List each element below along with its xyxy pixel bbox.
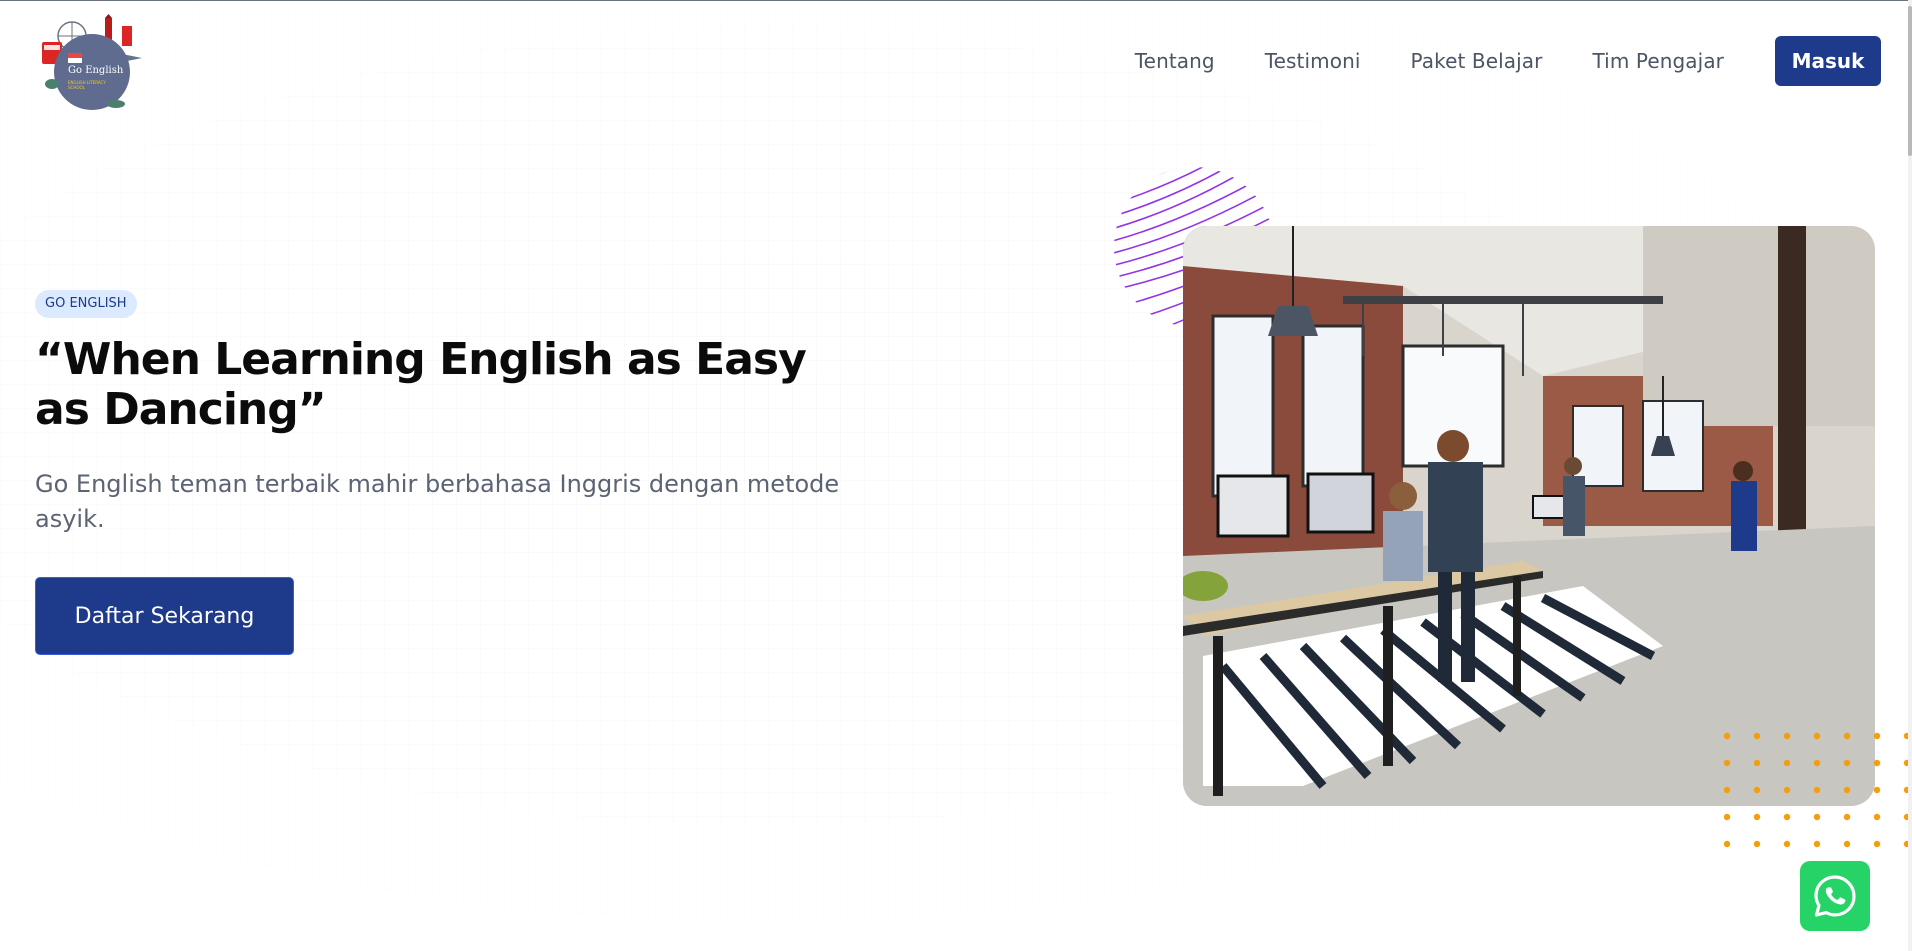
decorative-dot xyxy=(1873,759,1881,767)
top-border xyxy=(0,0,1912,1)
decorative-dot xyxy=(1753,813,1761,821)
decorative-dot xyxy=(1813,813,1821,821)
decorative-dot xyxy=(1873,732,1881,740)
decorative-dot xyxy=(1813,732,1821,740)
decorative-dot xyxy=(1753,786,1761,794)
hero-subtitle: Go English teman terbaik mahir berbahasa… xyxy=(35,470,840,533)
decorative-dot xyxy=(1873,786,1881,794)
decorative-dot xyxy=(1873,840,1881,848)
hero-image xyxy=(1183,226,1875,806)
decorative-dot xyxy=(1753,759,1761,767)
nav-paket-belajar[interactable]: Paket Belajar xyxy=(1411,49,1543,73)
decorative-dot xyxy=(1843,840,1851,848)
scrollbar-thumb[interactable] xyxy=(1908,6,1912,156)
decorative-dot xyxy=(1723,786,1731,794)
decorative-dot xyxy=(1753,840,1761,848)
office-photo xyxy=(1183,226,1875,806)
logo[interactable]: Go English ENGLISH LITERACY SCHOOL xyxy=(38,14,146,114)
nav-testimoni[interactable]: Testimoni xyxy=(1265,49,1361,73)
decorative-dot-grid xyxy=(1723,732,1911,848)
decorative-dot xyxy=(1783,840,1791,848)
decorative-dot xyxy=(1843,732,1851,740)
decorative-dot xyxy=(1783,786,1791,794)
nav-tentang[interactable]: Tentang xyxy=(1135,49,1215,73)
decorative-dot xyxy=(1783,813,1791,821)
logo-graphic xyxy=(42,14,142,110)
decorative-dot xyxy=(1783,759,1791,767)
decorative-dot xyxy=(1813,840,1821,848)
register-now-button[interactable]: Daftar Sekarang xyxy=(35,577,294,655)
scrollbar[interactable] xyxy=(1908,0,1912,951)
decorative-dot xyxy=(1843,759,1851,767)
decorative-dot xyxy=(1723,813,1731,821)
decorative-dot xyxy=(1753,732,1761,740)
decorative-dot xyxy=(1813,786,1821,794)
hero-title: “When Learning English as Easy as Dancin… xyxy=(35,334,807,435)
whatsapp-button[interactable] xyxy=(1800,861,1870,931)
main-nav: Tentang Testimoni Paket Belajar Tim Peng… xyxy=(1135,36,1881,86)
nav-tim-pengajar[interactable]: Tim Pengajar xyxy=(1592,49,1724,73)
logo-title: Go English xyxy=(68,65,124,76)
decorative-dot xyxy=(1843,786,1851,794)
decorative-dot xyxy=(1783,732,1791,740)
decorative-dot xyxy=(1723,840,1731,848)
logo-subtitle: ENGLISH LITERACY SCHOOL xyxy=(68,80,106,90)
login-button[interactable]: Masuk xyxy=(1775,36,1881,86)
whatsapp-icon xyxy=(1814,875,1856,917)
decorative-dot xyxy=(1723,759,1731,767)
decorative-dot xyxy=(1873,813,1881,821)
decorative-dot xyxy=(1843,813,1851,821)
hero-badge: GO ENGLISH xyxy=(35,290,137,318)
decorative-dot xyxy=(1813,759,1821,767)
decorative-dot xyxy=(1723,732,1731,740)
